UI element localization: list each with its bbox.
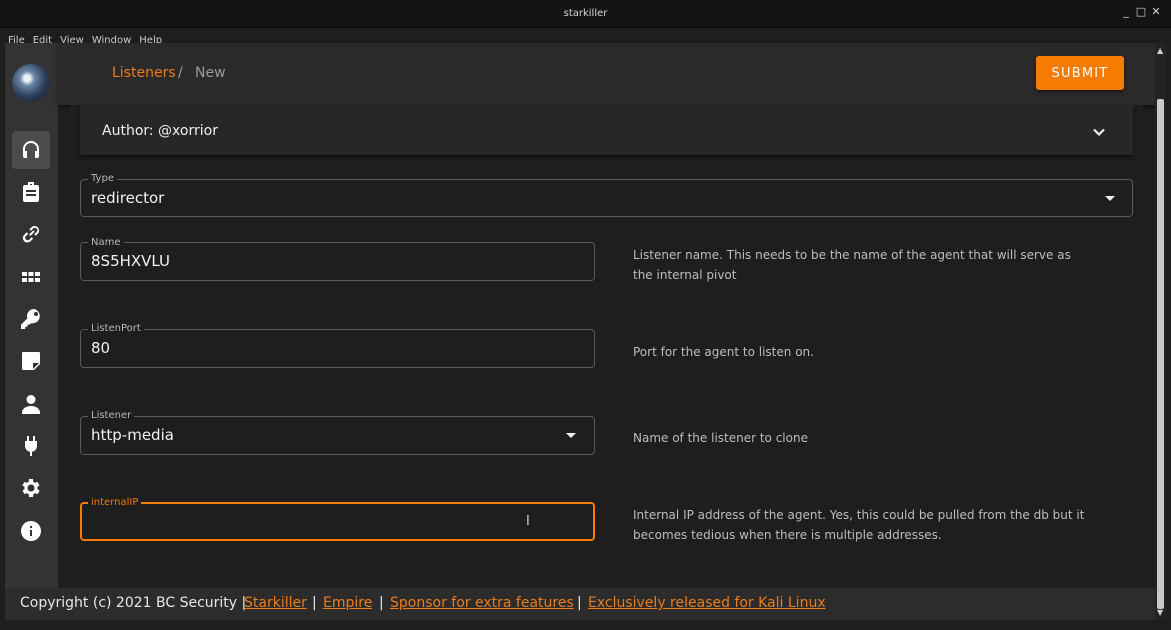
listen-port-label: ListenPort: [88, 323, 144, 334]
breadcrumb-current: New: [195, 65, 226, 81]
listen-port-value: 80: [91, 339, 111, 357]
maximize-button[interactable]: □: [1134, 5, 1148, 18]
name-value: 8S5HXVLU: [91, 252, 171, 270]
internal-ip-hint: Internal IP address of the agent. Yes, t…: [633, 508, 1085, 542]
sidebar-item-listeners[interactable]: [12, 131, 50, 169]
scroll-up-icon[interactable]: ▲: [1157, 46, 1163, 55]
sidebar-item-settings[interactable]: [12, 469, 50, 507]
type-value: redirector: [91, 189, 165, 207]
breadcrumb-separator: /: [178, 65, 183, 81]
internal-ip-input[interactable]: [80, 502, 595, 541]
window-title: starkiller: [563, 8, 608, 19]
type-label: Type: [88, 173, 117, 184]
footer-link-sponsor[interactable]: Sponsor for extra features: [390, 595, 574, 611]
footer-link-empire[interactable]: Empire: [323, 595, 372, 611]
listener-hint: Name of the listener to clone: [633, 431, 808, 445]
scroll-down-icon[interactable]: ▼: [1157, 608, 1163, 617]
sidebar-item-credentials[interactable]: [12, 300, 50, 338]
sidebar-item-plugins[interactable]: [12, 427, 50, 465]
sidebar-item-agents[interactable]: [12, 215, 50, 253]
footer-link-kali[interactable]: Exclusively released for Kali Linux: [588, 595, 826, 611]
gear-icon: [22, 479, 40, 497]
plug-icon: [25, 436, 37, 456]
key-icon: [21, 308, 40, 329]
type-select[interactable]: [80, 179, 1133, 217]
info-icon: [21, 521, 41, 541]
scrollbar-thumb[interactable]: [1157, 99, 1164, 609]
name-label: Name: [88, 237, 124, 248]
briefcase-icon: [23, 182, 39, 202]
internal-ip-label: internalIP: [88, 497, 142, 508]
author-label: Author: @xorrior: [102, 123, 218, 139]
sidebar-item-users[interactable]: [12, 385, 50, 423]
footer-link-starkiller[interactable]: Starkiller: [244, 595, 307, 611]
submit-button[interactable]: SUBMIT: [1036, 56, 1124, 90]
sidebar-item-modules[interactable]: [12, 258, 50, 296]
user-icon: [22, 395, 40, 414]
listen-port-input[interactable]: [80, 329, 595, 368]
caret-down-icon[interactable]: [566, 433, 576, 438]
author-expansion-panel[interactable]: [80, 105, 1133, 155]
name-hint: Listener name. This needs to be the name…: [633, 248, 1071, 282]
close-button[interactable]: ✕: [1149, 5, 1163, 18]
footer-separator: |: [379, 595, 384, 611]
sidebar-item-about[interactable]: [12, 512, 50, 550]
apps-grid-icon: [22, 272, 40, 282]
window-titlebar: starkiller _ □ ✕: [0, 0, 1171, 28]
minimize-button[interactable]: _: [1119, 5, 1133, 18]
text-cursor-icon: I: [526, 514, 530, 529]
listener-label: Listener: [88, 410, 135, 421]
link-icon: [22, 226, 40, 243]
chevron-down-icon[interactable]: [1091, 124, 1107, 140]
avatar[interactable]: [12, 64, 50, 102]
footer-separator: |: [312, 595, 317, 611]
menu-bar: File Edit View Window Help: [0, 28, 1171, 46]
sidebar-item-stagers[interactable]: [12, 173, 50, 211]
listener-value: http-media: [91, 426, 174, 444]
breadcrumb-listeners-link[interactable]: Listeners: [112, 65, 176, 81]
note-icon: [22, 352, 40, 370]
footer-copyright: Copyright (c) 2021 BC Security |: [20, 595, 247, 611]
footer: Copyright (c) 2021 BC Security | Starkil…: [5, 588, 1155, 620]
sidebar-item-reporting[interactable]: [12, 342, 50, 380]
footer-separator: |: [577, 595, 582, 611]
vertical-scrollbar[interactable]: ▲ ▼: [1155, 43, 1166, 620]
listen-port-hint: Port for the agent to listen on.: [633, 345, 814, 359]
headset-icon: [23, 141, 39, 158]
caret-down-icon[interactable]: [1105, 196, 1115, 201]
